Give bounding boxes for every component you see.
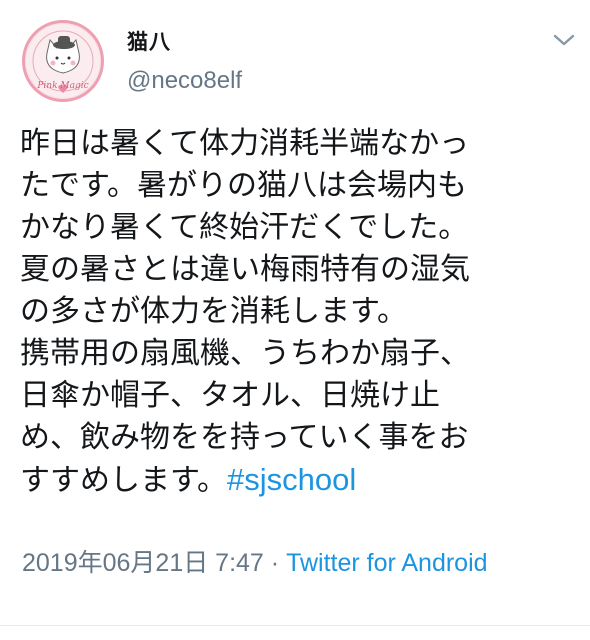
chevron-down-icon[interactable] [552, 32, 576, 48]
tweet-text-line: たです。暑がりの猫八は会場内も [20, 168, 467, 203]
display-name[interactable]: 猫八 [127, 26, 171, 56]
tweet-text-line: め、飲み物をを持っていく事をお [20, 420, 469, 455]
tweet-card: Pink Magic 猫八 @neco8elf 昨日は暑くて体力消耗半端なかっ … [0, 0, 590, 640]
avatar[interactable]: Pink Magic [22, 20, 104, 102]
tweet-text-line: かなり暑くて終始汗だくでした。 [20, 210, 469, 245]
avatar-caption: Pink Magic [37, 81, 89, 91]
source-link[interactable]: Twitter for Android [286, 549, 487, 577]
tweet-text-line: すすめします。 [20, 463, 227, 498]
timestamp[interactable]: 2019年06月21日 7:47 · [22, 549, 286, 577]
user-handle[interactable]: @neco8elf [127, 67, 242, 95]
tweet-text-line: 日傘か帽子、タオル、日焼け止 [20, 378, 440, 413]
tweet-text-line: 昨日は暑くて体力消耗半端なかっ [20, 126, 470, 161]
tweet-text-line: 夏の暑さとは違い梅雨特有の湿気 [20, 252, 470, 287]
tweet-text-line: 携帯用の扇風機、うちわか扇子、 [20, 336, 470, 371]
divider [0, 625, 590, 626]
tweet-text: 昨日は暑くて体力消耗半端なかっ たです。暑がりの猫八は会場内も かなり暑くて終始… [20, 123, 580, 501]
tweet-meta: 2019年06月21日 7:47 · Twitter for Android [22, 546, 582, 580]
tweet-text-last-line: すすめします。#sjschool [20, 459, 580, 501]
hashtag-link[interactable]: #sjschool [227, 462, 356, 497]
tweet-text-line: の多さが体力を消耗します。 [20, 294, 407, 329]
